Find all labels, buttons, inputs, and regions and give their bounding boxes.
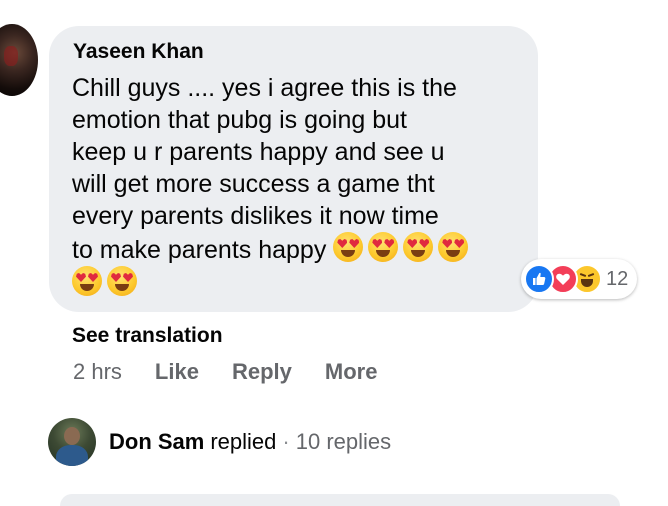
thumbs-up-icon (533, 272, 546, 285)
comment-author-name[interactable]: Yaseen Khan (73, 38, 204, 66)
replies-count[interactable]: 10 replies (296, 429, 391, 455)
heart-icon (556, 273, 570, 285)
more-button[interactable]: More (325, 359, 378, 385)
heart-eyes-emoji (403, 232, 434, 262)
reactions-summary[interactable]: 12 (521, 259, 638, 299)
replier-avatar (48, 418, 96, 466)
comment-text-line: every parents dislikes it now time (72, 202, 439, 230)
comment-text-line: Chill guys .... yes i agree this is the (72, 74, 457, 102)
separator-dot: · (282, 429, 290, 454)
comment-actions: 2 hrs Like Reply More (73, 358, 377, 386)
view-replies-row[interactable]: Don Sam replied · 10 replies (48, 418, 391, 466)
heart-eyes-emoji (333, 232, 364, 262)
comment-emoji-line (72, 266, 522, 300)
reply-button[interactable]: Reply (232, 359, 292, 385)
next-comment-bubble-edge (60, 494, 620, 506)
reaction-count: 12 (606, 267, 629, 290)
replied-label: replied (210, 429, 277, 454)
comment-text-line: keep u r parents happy and see u (72, 138, 445, 166)
like-reaction-icon (524, 264, 554, 294)
comment-text: Chill guys .... yes i agree this is the … (72, 72, 522, 300)
heart-eyes-emoji (72, 266, 102, 296)
comment-timestamp[interactable]: 2 hrs (73, 359, 122, 385)
replier-name[interactable]: Don Sam (109, 429, 204, 455)
comment-text-line: emotion that pubg is going but (72, 106, 407, 134)
like-button[interactable]: Like (155, 359, 199, 385)
comment-text-line-with-emojis: to make parents happy (72, 232, 522, 266)
see-translation-link[interactable]: See translation (72, 322, 223, 350)
heart-eyes-emoji (107, 266, 137, 296)
heart-eyes-emoji (368, 232, 399, 262)
heart-eyes-emoji (438, 232, 469, 262)
comment-text-line: will get more success a game tht (72, 170, 435, 198)
commenter-avatar[interactable] (0, 24, 38, 96)
comment-text-line: to make parents happy (72, 236, 327, 264)
